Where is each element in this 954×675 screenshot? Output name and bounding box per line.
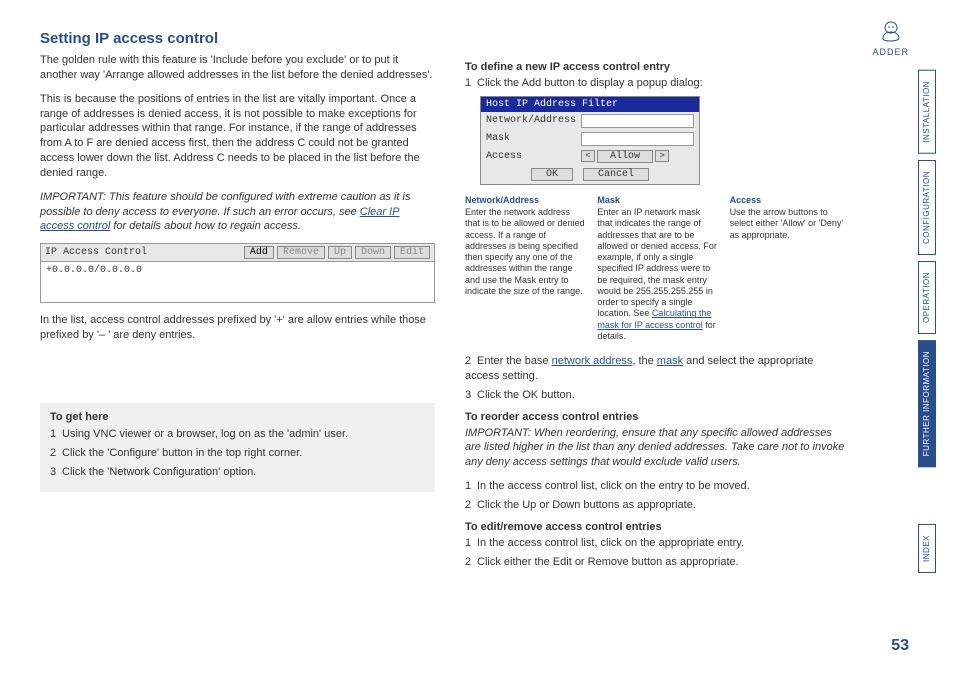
intro-para-2: This is because the positions of entries… [40,92,435,181]
to-get-here-box: To get here 1Using VNC viewer or a brows… [40,403,435,492]
edit-button: Edit [394,246,430,259]
ok-button[interactable]: OK [531,168,573,181]
def-mask-title: Mask [597,195,717,206]
page-title: Setting IP access control [40,30,914,47]
define-heading: To define a new IP access control entry [465,61,850,73]
def-mask-body: Enter an IP network mask that indicates … [597,207,717,342]
dialog-title: Host IP Address Filter [481,97,699,112]
left-column: The golden rule with this feature is 'In… [40,53,435,574]
mask-input[interactable] [581,132,694,146]
nav-installation[interactable]: INSTALLATION [918,70,936,154]
arrow-left-icon[interactable]: < [581,150,595,162]
network-address-input[interactable] [581,114,694,128]
field-definitions: Network/Address Enter the network addres… [465,195,850,342]
edit-remove-heading: To edit/remove access control entries [465,521,850,533]
access-label: Access [486,151,581,162]
add-button[interactable]: Add [244,246,274,259]
network-address-label: Network/Address [486,115,581,126]
right-column: To define a new IP access control entry … [465,53,850,574]
up-button: Up [328,246,352,259]
def-access-body: Use the arrow buttons to select either '… [730,207,850,241]
cancel-button[interactable]: Cancel [583,168,649,181]
nav-further-information[interactable]: FURTHER INFORMATION [918,340,936,467]
def-access-title: Access [730,195,850,206]
logo-text: ADDER [872,47,909,57]
reorder-important: IMPORTANT: When reordering, ensure that … [465,426,850,471]
network-address-link[interactable]: network address [552,355,633,367]
nav-index[interactable]: INDEX [918,524,936,573]
mask-label: Mask [486,133,581,144]
prefix-explanation: In the list, access control addresses pr… [40,313,435,343]
remove-button: Remove [277,246,325,259]
nav-configuration[interactable]: CONFIGURATION [918,160,936,255]
reorder-heading: To reorder access control entries [465,411,850,423]
intro-para-1: The golden rule with this feature is 'In… [40,53,435,83]
adder-logo: ADDER [872,20,909,57]
arrow-right-icon[interactable]: > [655,150,669,162]
def-network-body: Enter the network address that is to be … [465,207,585,297]
screenshot-title: IP Access Control [45,247,241,258]
page-number: 53 [891,637,909,655]
nav-operation[interactable]: OPERATION [918,261,936,334]
mask-link[interactable]: mask [657,355,683,367]
down-button: Down [355,246,391,259]
side-navigation: INSTALLATION CONFIGURATION OPERATION FUR… [918,70,936,573]
access-value: Allow [597,150,653,163]
access-list-entry: +0.0.0.0/0.0.0.0 [41,262,434,302]
ip-access-control-screenshot: IP Access Control Add Remove Up Down Edi… [40,243,435,303]
def-network-title: Network/Address [465,195,585,206]
to-get-here-title: To get here [50,411,425,423]
important-note: IMPORTANT: This feature should be config… [40,190,435,235]
host-ip-filter-dialog: Host IP Address Filter Network/Address M… [480,96,700,185]
